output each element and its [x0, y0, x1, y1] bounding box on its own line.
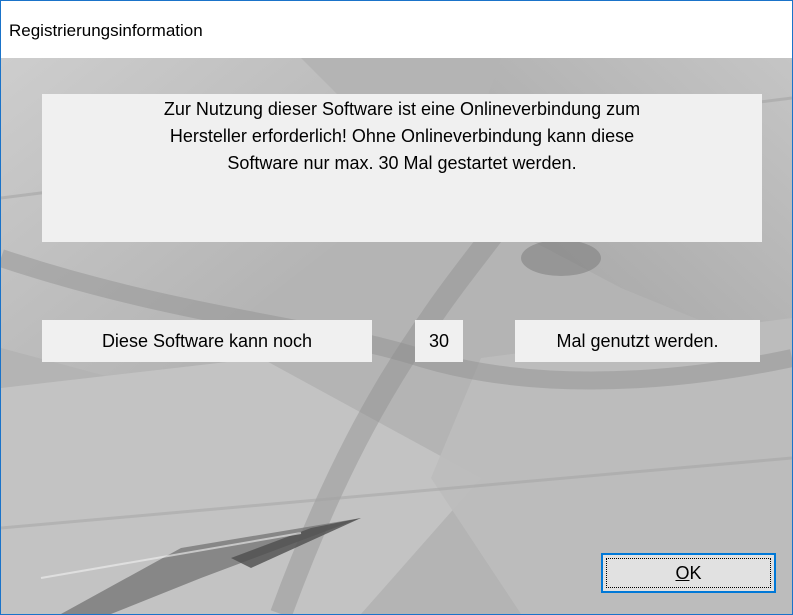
ok-button-label-rest: K	[689, 563, 702, 583]
window-title: Registrierungsinformation	[9, 21, 203, 40]
info-message-line-1: Zur Nutzung dieser Software ist eine Onl…	[163, 99, 641, 119]
info-message-line-3: Software nur max. 30 Mal gestartet werde…	[227, 153, 577, 173]
info-message: Zur Nutzung dieser Software ist eine Onl…	[62, 96, 742, 177]
info-message-line-2: Hersteller erforderlich! Ohne Onlineverb…	[169, 126, 635, 146]
title-bar[interactable]: Registrierungsinformation	[1, 1, 792, 57]
ok-button[interactable]: OK	[601, 553, 776, 593]
info-message-panel: Zur Nutzung dieser Software ist eine Onl…	[42, 94, 762, 242]
registration-dialog: Registrierungsinformation Zur Nutzung di…	[0, 0, 793, 615]
ok-button-mnemonic: O	[675, 563, 690, 583]
dialog-client-area: Zur Nutzung dieser Software ist eine Onl…	[1, 58, 792, 614]
remaining-uses-count: 30	[415, 320, 463, 362]
usage-suffix-label: Mal genutzt werden.	[515, 320, 760, 362]
usage-prefix-label: Diese Software kann noch	[42, 320, 372, 362]
ok-button-label: OK	[603, 555, 774, 591]
